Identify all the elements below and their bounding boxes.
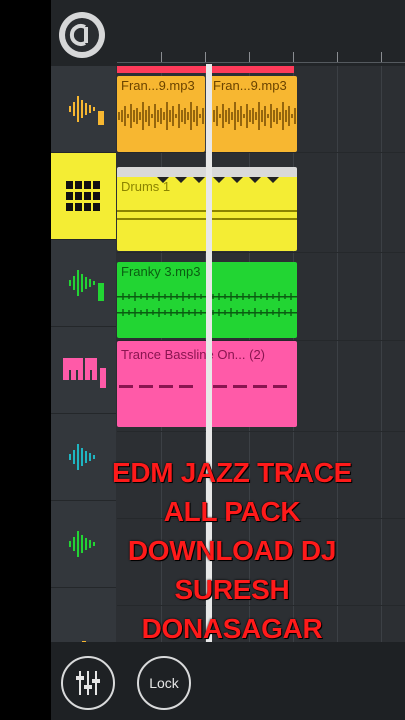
track-header-drums[interactable] bbox=[51, 153, 116, 240]
top-bar bbox=[51, 0, 405, 66]
waveform-icon bbox=[68, 96, 104, 125]
mixer-sliders-icon bbox=[76, 671, 100, 695]
track-lane-3[interactable]: Franky 3.mp3 bbox=[117, 253, 405, 341]
lock-label: Lock bbox=[149, 675, 179, 691]
track-header-audio-2[interactable] bbox=[51, 240, 116, 327]
overlay-line: EDM JAZZ TRACE bbox=[111, 457, 353, 488]
overlay-line: DOWNLOAD DJ bbox=[127, 535, 337, 566]
drum-pad-icon bbox=[65, 181, 100, 211]
track-header-audio-1[interactable] bbox=[51, 66, 116, 153]
track-lane-2[interactable]: Drums 1 bbox=[117, 153, 405, 253]
audio-clip[interactable]: Fran...9.mp3 bbox=[209, 76, 297, 152]
track-lane-4[interactable]: Trance Bassline On... (2) bbox=[117, 341, 405, 432]
waveform-graphic bbox=[118, 102, 204, 130]
waveform-icon bbox=[68, 270, 104, 301]
bottom-toolbar: Lock bbox=[51, 642, 405, 720]
mixer-button[interactable] bbox=[61, 656, 115, 710]
overlay-line: DONASAGAR bbox=[141, 613, 323, 644]
waveform-graphic bbox=[210, 102, 296, 130]
logo-icon bbox=[65, 18, 99, 52]
overlay-line: ALL PACK bbox=[163, 496, 301, 527]
app-logo-button[interactable] bbox=[59, 12, 105, 58]
timeline-ruler[interactable] bbox=[117, 46, 405, 64]
promo-overlay-text: EDM JAZZ TRACE ALL PACK DOWNLOAD DJ SURE… bbox=[94, 453, 370, 648]
track-header-synth[interactable] bbox=[51, 327, 116, 414]
track-lane-1[interactable]: Fran...9.mp3 Fran...9.mp3 bbox=[117, 66, 405, 153]
audio-clip[interactable]: Fran...9.mp3 bbox=[117, 76, 205, 152]
overlay-line: SURESH bbox=[174, 574, 290, 605]
piano-icon bbox=[62, 358, 106, 388]
lock-button[interactable]: Lock bbox=[137, 656, 191, 710]
